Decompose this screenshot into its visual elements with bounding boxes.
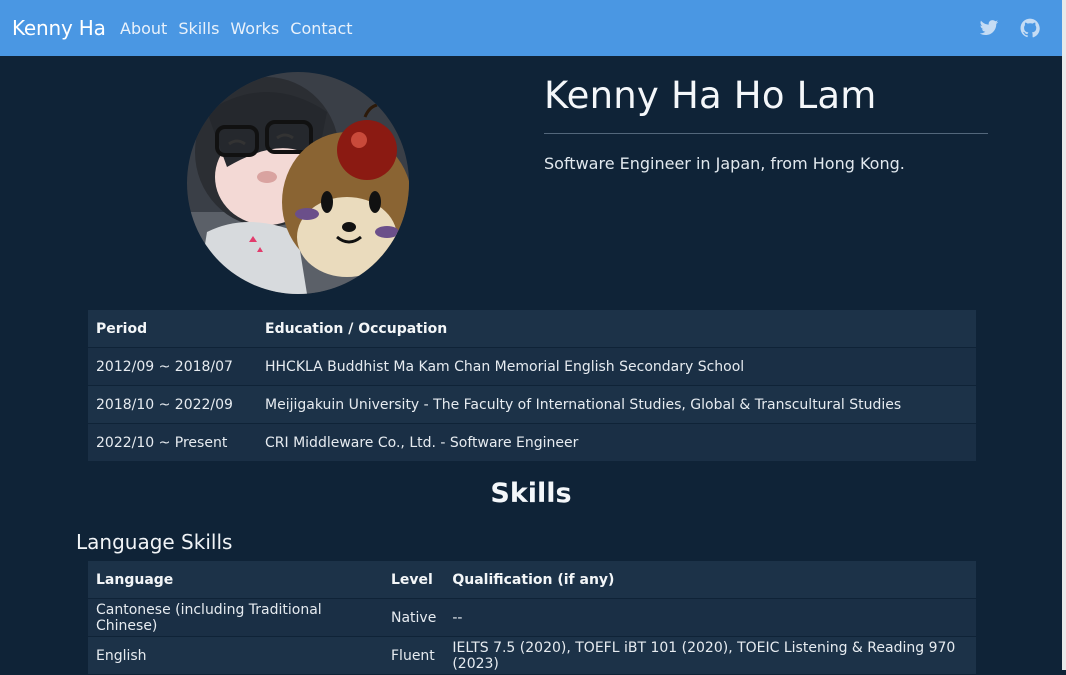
nav-link-about[interactable]: About — [120, 19, 167, 38]
level-cell: Fluent — [383, 636, 445, 675]
occupation-cell: HHCKLA Buddhist Ma Kam Chan Memorial Eng… — [257, 347, 976, 386]
table-row: English Fluent IELTS 7.5 (2020), TOEFL i… — [88, 636, 976, 675]
table-header-qualification: Qualification (if any) — [444, 561, 976, 599]
navbar: Kenny Ha About Skills Works Contact — [0, 0, 1062, 56]
page-title: Kenny Ha Ho Lam — [544, 74, 877, 117]
table-row: Cantonese (including Traditional Chinese… — [88, 598, 976, 637]
nav-link-works[interactable]: Works — [230, 19, 279, 38]
scrollbar[interactable] — [1062, 0, 1066, 670]
nav-links: About Skills Works Contact — [120, 19, 364, 38]
table-header-language: Language — [88, 561, 383, 599]
table-row: 2018/10 ~ 2022/09 Meijigakuin University… — [88, 385, 976, 424]
table-header-row: Period Education / Occupation — [88, 310, 976, 348]
table-row: 2012/09 ~ 2018/07 HHCKLA Buddhist Ma Kam… — [88, 347, 976, 386]
nav-link-contact[interactable]: Contact — [290, 19, 352, 38]
qualification-cell: -- — [444, 598, 976, 637]
occupation-cell: CRI Middleware Co., Ltd. - Software Engi… — [257, 423, 976, 462]
period-cell: 2022/10 ~ Present — [88, 423, 257, 462]
tagline: Software Engineer in Japan, from Hong Ko… — [544, 154, 905, 173]
language-cell: English — [88, 636, 383, 675]
period-cell: 2012/09 ~ 2018/07 — [88, 347, 257, 386]
table-header-row: Language Level Qualification (if any) — [88, 561, 976, 599]
table-header-occupation: Education / Occupation — [257, 310, 976, 348]
github-icon[interactable] — [1020, 18, 1040, 38]
avatar — [187, 72, 409, 294]
language-skills-heading: Language Skills — [76, 530, 233, 554]
level-cell: Native — [383, 598, 445, 637]
occupation-cell: Meijigakuin University - The Faculty of … — [257, 385, 976, 424]
qualification-cell: IELTS 7.5 (2020), TOEFL iBT 101 (2020), … — [444, 636, 976, 675]
brand-link[interactable]: Kenny Ha — [12, 16, 106, 40]
twitter-icon[interactable] — [979, 18, 999, 38]
table-header-level: Level — [383, 561, 445, 599]
title-divider — [544, 133, 988, 134]
skills-heading: Skills — [490, 478, 572, 509]
nav-link-skills[interactable]: Skills — [178, 19, 219, 38]
table-header-period: Period — [88, 310, 257, 348]
period-cell: 2018/10 ~ 2022/09 — [88, 385, 257, 424]
language-cell: Cantonese (including Traditional Chinese… — [88, 598, 383, 637]
language-table: Language Level Qualification (if any) Ca… — [88, 561, 976, 675]
timeline-table: Period Education / Occupation 2012/09 ~ … — [88, 310, 976, 462]
table-row: 2022/10 ~ Present CRI Middleware Co., Lt… — [88, 423, 976, 462]
